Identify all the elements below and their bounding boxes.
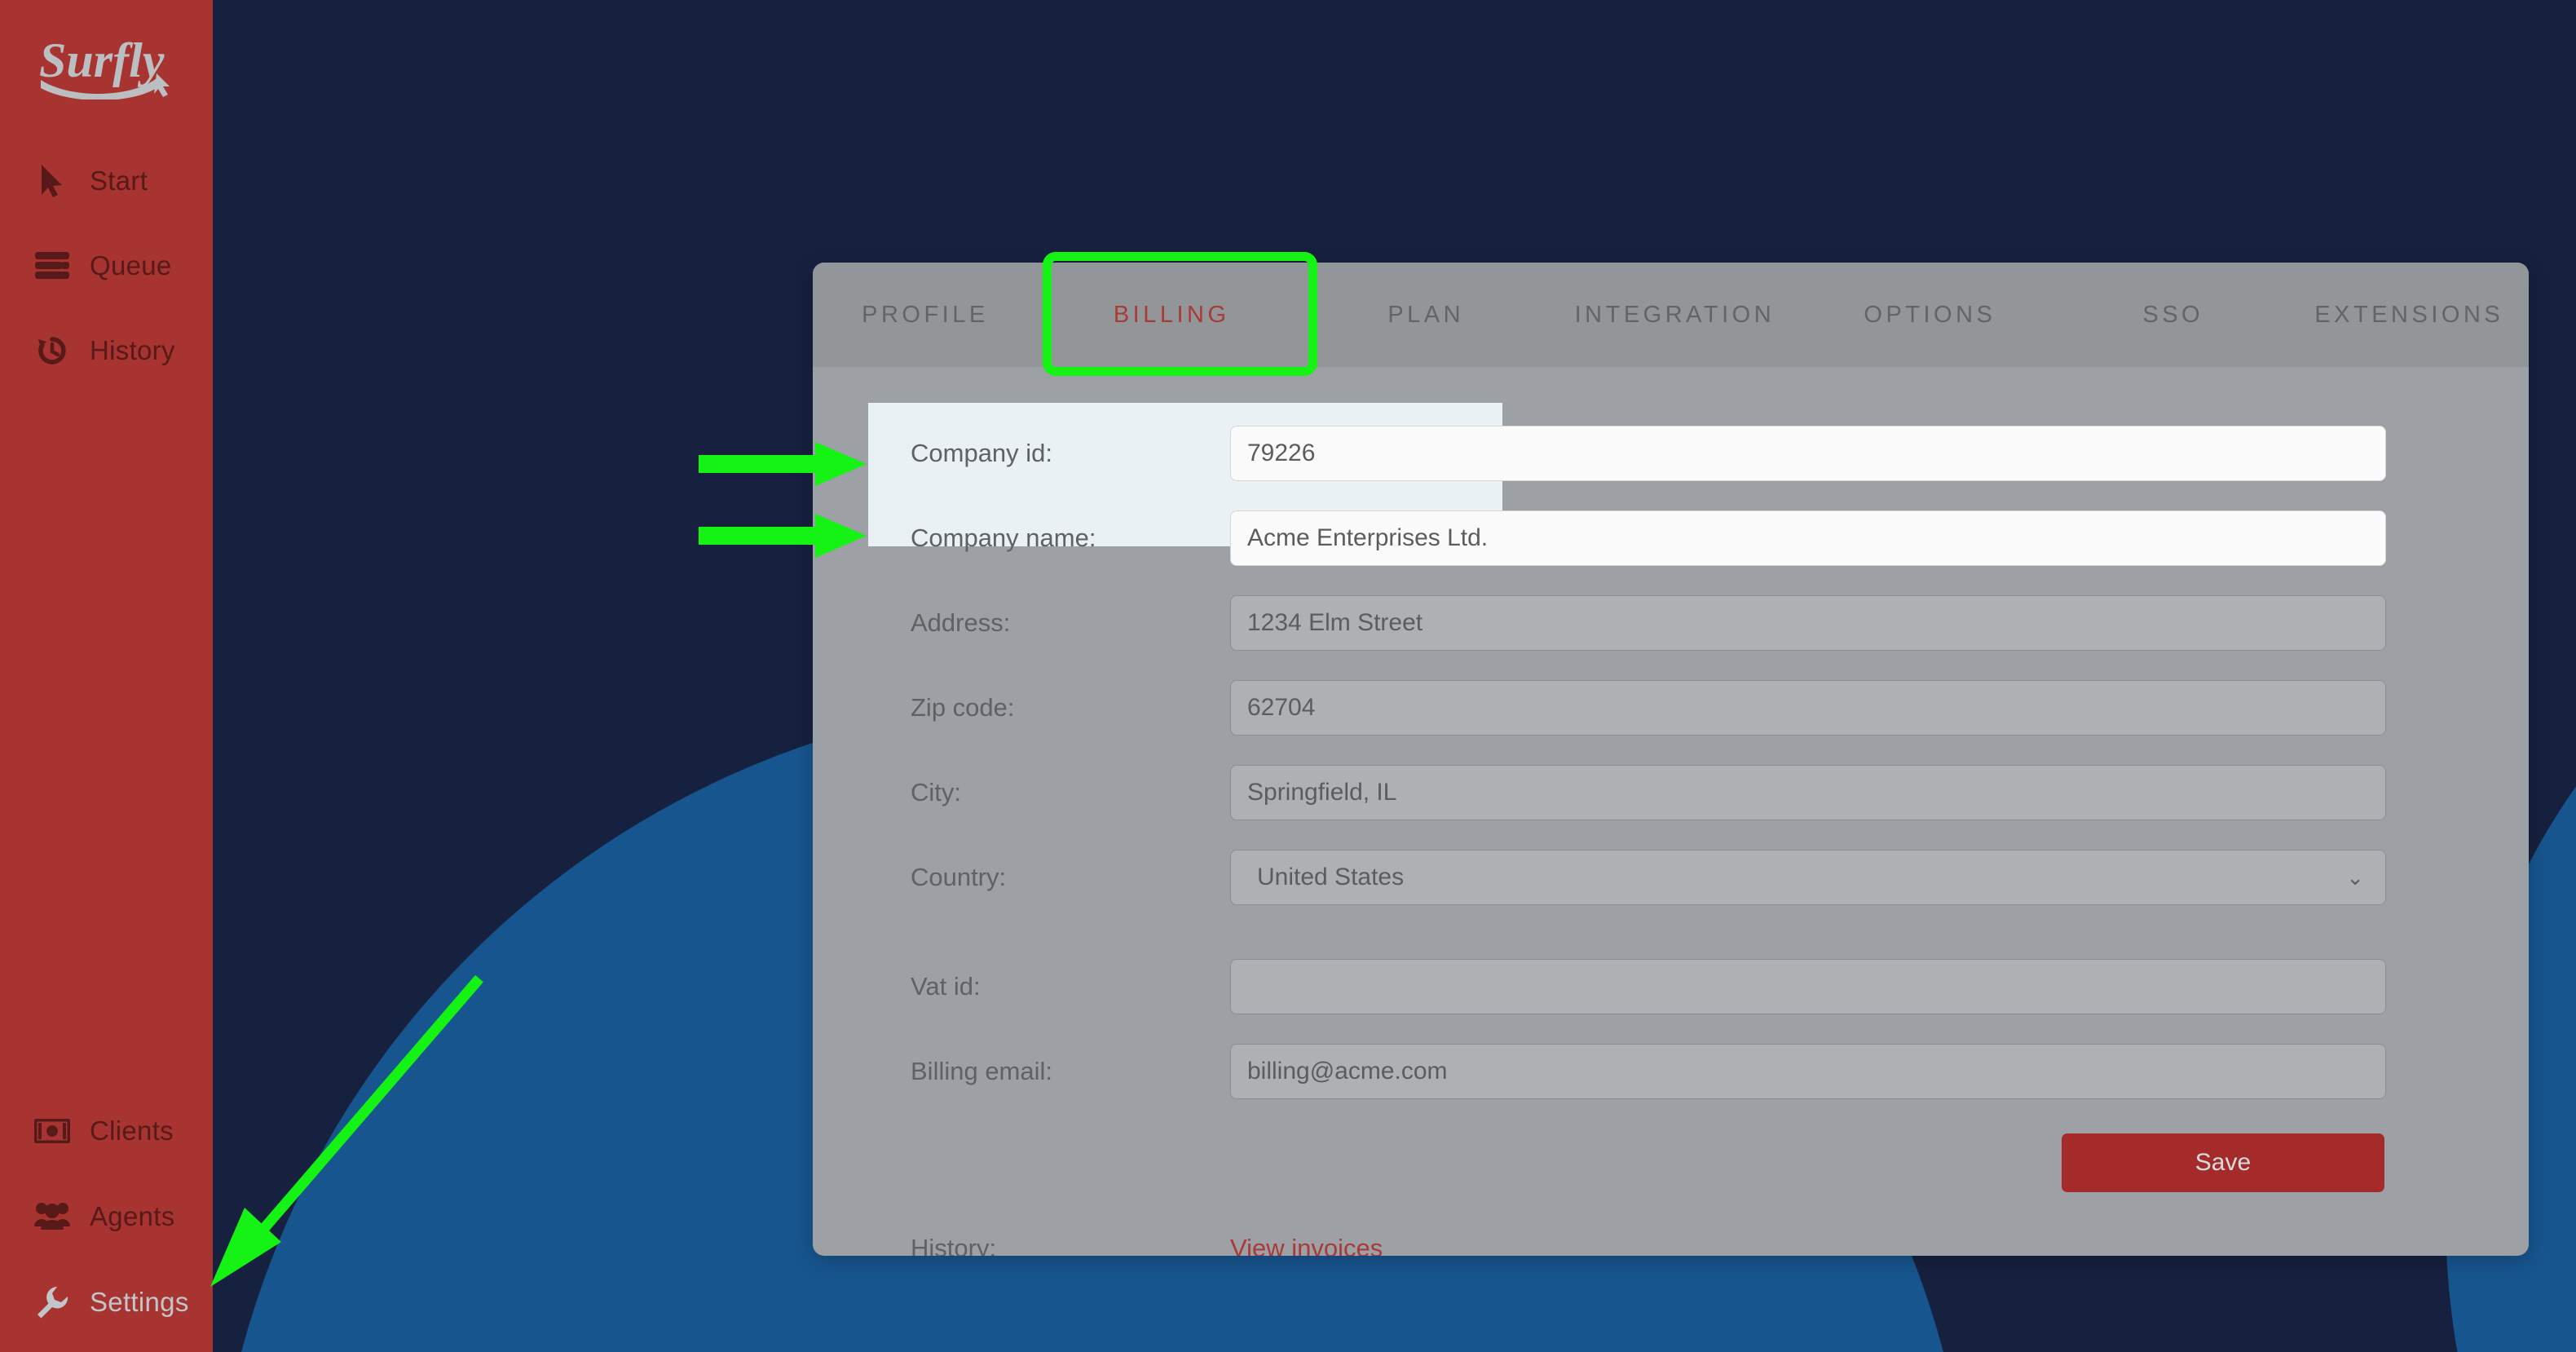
form-row-vat-id: Vat id: (813, 951, 2529, 1023)
sidebar-item-start[interactable]: Start (0, 148, 213, 214)
history-clock-icon (33, 333, 72, 369)
sidebar-item-clients[interactable]: Clients (0, 1098, 213, 1164)
sidebar-item-history[interactable]: History (0, 318, 213, 383)
settings-card: PROFILE BILLING PLAN INTEGRATION OPTIONS… (813, 263, 2529, 1256)
tab-extensions[interactable]: EXTENSIONS (2290, 263, 2529, 367)
vat-id-label: Vat id: (911, 972, 981, 1001)
tab-options[interactable]: OPTIONS (1803, 263, 2057, 367)
form-row-billing-email: Billing email: billing@acme.com (813, 1036, 2529, 1107)
city-label: City: (911, 778, 961, 806)
wrench-icon (33, 1284, 72, 1320)
sidebar-item-label: Clients (90, 1116, 174, 1146)
tab-integration[interactable]: INTEGRATION (1546, 263, 1803, 367)
sidebar-item-label: History (90, 335, 175, 365)
save-row: Save (813, 1107, 2529, 1192)
banknote-icon (33, 1113, 72, 1149)
queue-list-icon (33, 248, 72, 284)
row-gap (813, 574, 2529, 587)
zip-code-label: Zip code: (911, 693, 1015, 722)
tab-plan[interactable]: PLAN (1306, 263, 1546, 367)
tab-billing[interactable]: BILLING (1038, 263, 1306, 367)
chevron-down-icon: ⌄ (2346, 865, 2364, 890)
tab-sso[interactable]: SSO (2057, 263, 2290, 367)
sidebar-item-queue[interactable]: Queue (0, 233, 213, 298)
users-group-icon (33, 1199, 72, 1235)
view-invoices-link[interactable]: View invoices (1230, 1234, 1383, 1256)
row-gap (813, 659, 2529, 672)
form-row-company-id: Company id: 79226 (813, 418, 2529, 489)
country-select-value: United States (1257, 864, 1405, 890)
sidebar-item-label: Queue (90, 250, 172, 281)
svg-text:Surfly: Surfly (39, 33, 165, 87)
row-gap (813, 828, 2529, 842)
row-gap (813, 489, 2529, 502)
sidebar-item-agents[interactable]: Agents (0, 1184, 213, 1249)
country-select[interactable]: United States ⌄ (1230, 850, 2386, 905)
form-row-zip-code: Zip code: 62704 (813, 672, 2529, 744)
company-id-input[interactable]: 79226 (1230, 426, 2386, 481)
row-gap (813, 744, 2529, 757)
form-row-history: History: View invoices (813, 1192, 2529, 1256)
form-row-address: Address: 1234 Elm Street (813, 587, 2529, 659)
sidebar-item-label: Agents (90, 1201, 175, 1231)
sidebar-item-settings[interactable]: Settings (0, 1270, 213, 1335)
history-label: History: (911, 1234, 997, 1256)
row-gap (813, 1023, 2529, 1036)
city-input[interactable]: Springfield, IL (1230, 765, 2386, 820)
annotation-arrow-settings (210, 974, 483, 1287)
vat-id-input[interactable] (1230, 959, 2386, 1014)
surfly-logo: Surfly (34, 29, 181, 100)
billing-form: Company id: 79226 Company name: Acme Ent… (813, 367, 2529, 1256)
company-name-label: Company name: (911, 524, 1096, 552)
form-row-country: Country: United States ⌄ (813, 842, 2529, 913)
billing-email-input[interactable]: billing@acme.com (1230, 1044, 2386, 1099)
sidebar: Surfly Start Queue History Clients Agent… (0, 0, 213, 1352)
address-label: Address: (911, 608, 1011, 637)
settings-tab-bar: PROFILE BILLING PLAN INTEGRATION OPTIONS… (813, 263, 2529, 367)
country-label: Country: (911, 863, 1007, 891)
tab-profile[interactable]: PROFILE (813, 263, 1038, 367)
company-name-input[interactable]: Acme Enterprises Ltd. (1230, 510, 2386, 566)
zip-code-input[interactable]: 62704 (1230, 680, 2386, 736)
application-window: Surfly Start Queue History Clients Agent… (0, 0, 2576, 1352)
form-row-city: City: Springfield, IL (813, 757, 2529, 828)
address-input[interactable]: 1234 Elm Street (1230, 595, 2386, 651)
sidebar-item-label: Settings (90, 1287, 189, 1317)
form-row-company-name: Company name: Acme Enterprises Ltd. (813, 502, 2529, 574)
sidebar-item-label: Start (90, 166, 148, 196)
company-id-label: Company id: (911, 439, 1053, 467)
cursor-arrow-icon (33, 163, 72, 199)
save-button[interactable]: Save (2062, 1133, 2384, 1192)
billing-email-label: Billing email: (911, 1057, 1053, 1085)
